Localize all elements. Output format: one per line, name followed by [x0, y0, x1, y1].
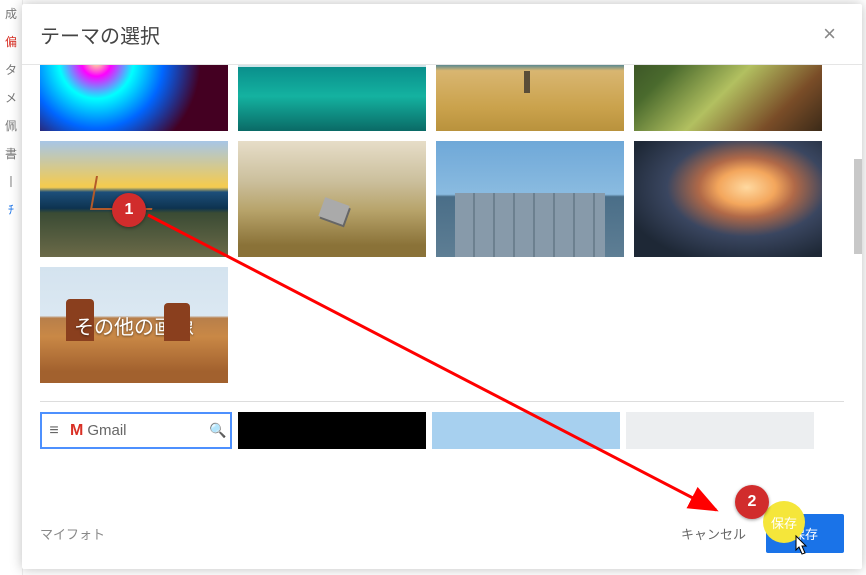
swatch-black[interactable]	[238, 412, 426, 449]
swatch-grey[interactable]	[626, 412, 814, 449]
theme-thumb[interactable]	[634, 65, 822, 131]
theme-thumb[interactable]	[40, 65, 228, 131]
gmail-text: Gmail	[87, 422, 126, 439]
divider	[40, 401, 844, 402]
dialog-footer: マイフォト キャンセル 保存	[22, 497, 862, 569]
cancel-button[interactable]: キャンセル	[675, 516, 752, 551]
theme-thumb[interactable]	[40, 141, 228, 257]
theme-thumb[interactable]	[436, 141, 624, 257]
theme-thumb[interactable]	[436, 65, 624, 131]
search-icon: 🔍	[206, 422, 230, 439]
theme-thumb[interactable]	[238, 141, 426, 257]
theme-thumb-more-images[interactable]: その他の画像	[40, 267, 228, 383]
more-images-label: その他の画像	[40, 267, 228, 383]
preview-strip: ≡ M Gmail 🔍	[40, 412, 844, 449]
dialog-title: テーマの選択	[40, 20, 160, 49]
close-icon[interactable]: ×	[815, 17, 844, 51]
theme-thumb[interactable]	[238, 65, 426, 131]
my-photos-link[interactable]: マイフォト	[40, 524, 105, 543]
theme-thumb[interactable]	[634, 141, 822, 257]
swatch-lightblue[interactable]	[432, 412, 620, 449]
menu-icon: ≡	[42, 422, 66, 440]
theme-picker-dialog: テーマの選択 × その他の画像 ≡ M Gmail 🔍	[22, 4, 862, 569]
gmail-preview[interactable]: ≡ M Gmail 🔍	[40, 412, 232, 449]
dialog-header: テーマの選択 ×	[22, 4, 862, 65]
scrollbar[interactable]	[854, 159, 862, 254]
background-sidebar: 成 偏 タ メ 佩 書 丨 ﾁ	[0, 0, 23, 575]
gmail-m-icon: M	[70, 422, 83, 440]
theme-grid: その他の画像	[40, 65, 844, 383]
save-button[interactable]: 保存	[766, 514, 844, 553]
dialog-body: その他の画像 ≡ M Gmail 🔍	[22, 65, 862, 495]
